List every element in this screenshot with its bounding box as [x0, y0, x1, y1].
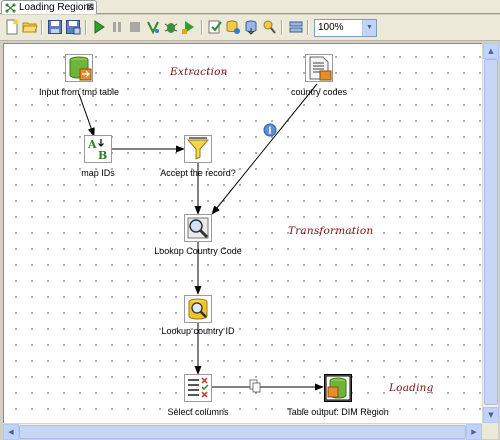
note-loading[interactable]: Loading — [389, 382, 434, 394]
close-tab-icon[interactable]: ⊠ — [86, 1, 94, 14]
zoom-value: 100% — [318, 22, 344, 33]
table-output-icon[interactable] — [324, 374, 352, 402]
table-input-icon[interactable] — [65, 54, 93, 82]
step-label-output: Table output: DIM Region — [287, 407, 389, 417]
step-label-lookup-id: Lookup country ID — [161, 326, 235, 336]
replay-icon[interactable] — [181, 19, 197, 35]
step-label-lookup-code: Lookup Country Code — [154, 246, 242, 256]
debug-icon[interactable] — [163, 19, 179, 35]
note-extraction[interactable]: Extraction — [170, 66, 228, 78]
scroll-left-icon[interactable]: ◀ — [3, 424, 19, 440]
pause-icon[interactable] — [109, 19, 125, 35]
impact-icon[interactable] — [225, 19, 241, 35]
step-label-select: Select columns — [167, 407, 229, 417]
database-lookup-icon[interactable] — [184, 295, 212, 323]
run-icon[interactable] — [91, 19, 107, 35]
stop-icon[interactable] — [127, 19, 143, 35]
toolbar-separator — [85, 20, 87, 35]
toolbar-separator — [281, 20, 283, 35]
hop-input-to-map-ids[interactable] — [78, 93, 95, 137]
scroll-right-icon[interactable]: ▶ — [466, 424, 482, 440]
transformation-toolbar: 100% ▼ — [0, 15, 500, 41]
tab-loading-regions[interactable]: Loading Regions ⊠ — [1, 0, 97, 14]
step-label-map-ids: map IDs — [81, 168, 115, 178]
save-as-icon[interactable] — [65, 19, 81, 35]
editor-tab-bar: Loading Regions ⊠ — [0, 0, 500, 14]
horizontal-scrollbar[interactable]: ◀ ▶ — [3, 423, 482, 440]
svg-text:i: i — [268, 127, 272, 137]
open-file-icon[interactable] — [22, 19, 38, 35]
scroll-down-icon[interactable]: ▼ — [483, 407, 499, 423]
toolbar-separator — [41, 20, 43, 35]
preview-icon[interactable] — [145, 19, 161, 35]
explore-db-icon[interactable] — [261, 19, 277, 35]
toolbar-separator — [201, 20, 203, 35]
verify-icon[interactable] — [207, 19, 223, 35]
sql-icon[interactable] — [243, 19, 259, 35]
value-mapper-icon[interactable]: A B — [84, 135, 112, 163]
toolbar-separator — [307, 20, 309, 35]
tab-title: Loading Regions — [19, 2, 95, 13]
hop-country-codes-to-lookup-code[interactable] — [211, 83, 318, 215]
info-hop-icon[interactable]: i — [263, 123, 277, 137]
step-label-accept: Accept the record? — [160, 168, 236, 178]
copy-rows-icon — [249, 379, 261, 393]
chevron-down-icon[interactable]: ▼ — [362, 20, 376, 36]
scrollbar-corner — [482, 423, 498, 439]
transformation-canvas[interactable]: i Input from tmp table country codes A B… — [3, 43, 482, 423]
step-label-input: Input from tmp table — [38, 87, 120, 97]
new-file-icon[interactable] — [4, 19, 20, 35]
vertical-scroll-thumb[interactable] — [484, 59, 498, 405]
transformation-icon — [5, 3, 16, 13]
filter-rows-icon[interactable] — [184, 135, 212, 163]
hops-layer: i — [78, 83, 324, 393]
save-icon[interactable] — [47, 19, 63, 35]
zoom-select[interactable]: 100% ▼ — [314, 19, 377, 37]
horizontal-scroll-thumb[interactable] — [19, 425, 466, 439]
align-icon[interactable] — [288, 19, 304, 35]
stream-lookup-icon[interactable] — [184, 214, 212, 242]
svg-text:B: B — [98, 149, 107, 162]
vertical-scrollbar[interactable]: ▲ ▼ — [482, 43, 499, 423]
text-file-input-icon[interactable] — [305, 54, 333, 82]
step-label-country-codes: country codes — [290, 87, 348, 97]
svg-text:A: A — [87, 138, 97, 151]
select-values-icon[interactable] — [184, 374, 212, 402]
scroll-up-icon[interactable]: ▲ — [483, 43, 499, 59]
note-transformation[interactable]: Transformation — [288, 225, 373, 237]
